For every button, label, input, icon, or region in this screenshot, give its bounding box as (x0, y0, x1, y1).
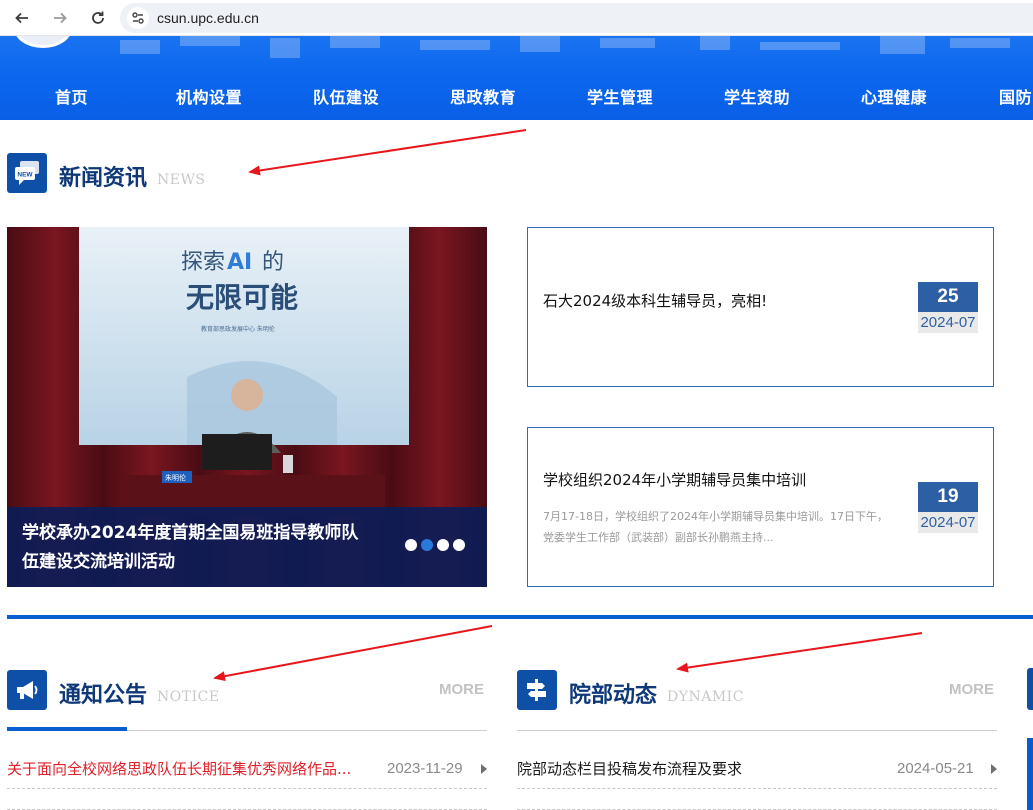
site-info-icon[interactable] (127, 7, 149, 29)
news-card-title[interactable]: 学校组织2024年小学期辅导员集中培训 (543, 469, 806, 490)
dynamic-section-heading: 院部动态 DYNAMIC (517, 670, 744, 710)
nav-item-mental-health[interactable]: 心理健康 (861, 84, 927, 108)
nav-item-management[interactable]: 学生管理 (587, 84, 653, 108)
news-section-heading: NEW 新闻资讯 NEWS (7, 153, 205, 193)
slide-text-ai: AI (227, 250, 252, 275)
slide-text-line2: 无限可能 (186, 281, 298, 314)
chevron-right-icon (481, 764, 487, 774)
list-item[interactable] (7, 800, 487, 810)
list-item[interactable] (517, 800, 997, 810)
slide-text-line1-end: 的 (262, 250, 284, 275)
notice-tab-accent (7, 727, 127, 731)
news-card-year-month: 2024-07 (918, 512, 978, 533)
carousel-caption[interactable]: 学校承办2024年度首期全国易班指导教师队伍建设交流培训活动 (22, 519, 372, 577)
news-icon-label: NEW (17, 172, 33, 179)
nav-item-home[interactable]: 首页 (55, 84, 88, 108)
notice-row-date: 2023-11-29 (387, 760, 463, 777)
signpost-icon (517, 670, 557, 710)
news-card-title[interactable]: 石大2024级本科生辅导员，亮相! (543, 290, 767, 311)
nav-item-defense[interactable]: 国防 (999, 84, 1032, 108)
back-arrow-icon[interactable] (10, 6, 34, 30)
annotation-arrow-news (248, 129, 527, 176)
carousel-caption-bar: 学校承办2024年度首期全国易班指导教师队伍建设交流培训活动 (7, 507, 487, 587)
carousel-dot-1[interactable] (405, 539, 417, 551)
annotation-arrow-notice (213, 625, 493, 682)
news-title: 新闻资讯 (59, 165, 148, 191)
carousel-dot-2[interactable] (421, 539, 433, 551)
dynamic-title-en: DYNAMIC (667, 689, 744, 705)
forward-arrow-icon[interactable] (48, 6, 72, 30)
third-section-icon-partial (1027, 668, 1033, 710)
dynamic-title: 院部动态 (569, 682, 658, 708)
news-title-en: NEWS (157, 172, 206, 188)
carousel-dot-3[interactable] (437, 539, 449, 551)
dynamic-more-link[interactable]: MORE (949, 681, 994, 698)
nav-item-organization[interactable]: 机构设置 (176, 84, 242, 108)
slide-text-line1: 探索 (181, 250, 225, 275)
dynamic-tab-line (517, 730, 997, 731)
section-divider (7, 615, 1033, 619)
notice-section-heading: 通知公告 NOTICE (7, 670, 220, 710)
main-nav: 首页 机构设置 队伍建设 思政教育 学生管理 学生资助 心理健康 国防 (0, 84, 1033, 114)
news-card-date: 19 2024-07 (918, 482, 978, 533)
carousel-dots (405, 539, 465, 551)
notice-more-link[interactable]: MORE (439, 681, 484, 698)
news-carousel[interactable]: 探索 AI 的 无限可能 教育部思政发展中心 朱明伦 朱明伦 学校承办2024年… (7, 227, 487, 587)
slide-subtitle: 教育部思政发展中心 朱明伦 (201, 325, 275, 333)
slide-nameplate: 朱明伦 (165, 473, 186, 482)
news-icon: NEW (7, 153, 47, 193)
nav-item-funding[interactable]: 学生资助 (724, 84, 790, 108)
news-card-2[interactable]: 学校组织2024年小学期辅导员集中培训 7月17-18日，学校组织了2024年小… (527, 427, 994, 587)
list-item[interactable]: 院部动态栏目投稿发布流程及要求 2024-05-21 (517, 757, 997, 789)
news-card-day: 25 (918, 282, 978, 312)
notice-title: 通知公告 (59, 682, 148, 708)
news-card-desc: 7月17-18日，学校组织了2024年小学期辅导员集中培训。17日下午，党委学生… (543, 510, 888, 544)
reload-icon[interactable] (86, 6, 110, 30)
browser-toolbar: csun.upc.edu.cn (0, 0, 1033, 36)
notice-row-title[interactable]: 关于面向全校网络思政队伍长期征集优秀网络作品... (7, 757, 377, 781)
news-card-day: 19 (918, 482, 978, 512)
third-section-accent-partial (1027, 738, 1033, 810)
megaphone-icon (7, 670, 47, 710)
dynamic-row-date: 2024-05-21 (897, 760, 974, 777)
dynamic-row-title[interactable]: 院部动态栏目投稿发布流程及要求 (517, 757, 887, 781)
news-card-date: 25 2024-07 (918, 282, 978, 333)
url-text[interactable]: csun.upc.edu.cn (157, 10, 259, 26)
news-card-1[interactable]: 石大2024级本科生辅导员，亮相! 25 2024-07 (527, 227, 994, 387)
notice-title-en: NOTICE (157, 689, 220, 705)
list-item[interactable]: 关于面向全校网络思政队伍长期征集优秀网络作品... 2023-11-29 (7, 757, 487, 789)
nav-item-team[interactable]: 队伍建设 (313, 84, 379, 108)
news-card-year-month: 2024-07 (918, 312, 978, 333)
nav-item-education[interactable]: 思政教育 (450, 84, 516, 108)
annotation-arrow-dynamic (676, 632, 923, 673)
address-bar[interactable]: csun.upc.edu.cn (120, 3, 1033, 33)
carousel-dot-4[interactable] (453, 539, 465, 551)
chevron-right-icon (991, 764, 997, 774)
site-header: 首页 机构设置 队伍建设 思政教育 学生管理 学生资助 心理健康 国防 (0, 36, 1033, 120)
